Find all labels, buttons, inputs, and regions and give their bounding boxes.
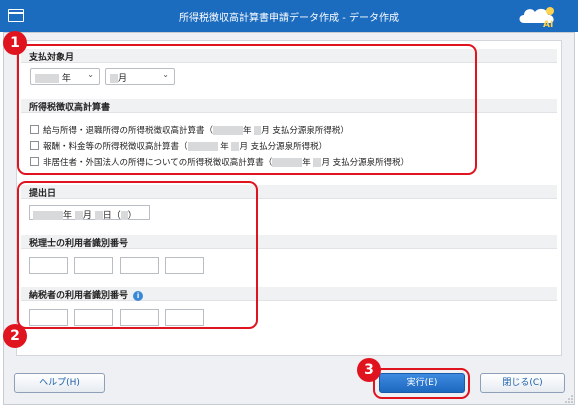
title-bar: 所得税徴収高計算書申請データ作成 - データ作成 AI <box>0 0 578 32</box>
svg-text:AI: AI <box>543 20 553 29</box>
annotation-badge-2: 2 <box>3 324 27 348</box>
annotation-badge-3: 3 <box>357 358 381 382</box>
ai-cloud-logo-icon: AI <box>519 7 554 29</box>
resize-grip-icon[interactable] <box>565 395 573 403</box>
highlight-frame-1 <box>17 44 477 175</box>
help-button[interactable]: ヘルプ(H) <box>14 373 105 393</box>
window-title: 所得税徴収高計算書申請データ作成 - データ作成 <box>179 13 399 24</box>
close-button[interactable]: 閉じる(C) <box>480 373 565 393</box>
highlight-frame-2 <box>17 181 258 329</box>
highlight-frame-3 <box>373 368 470 399</box>
annotation-badge-1: 1 <box>3 31 27 55</box>
